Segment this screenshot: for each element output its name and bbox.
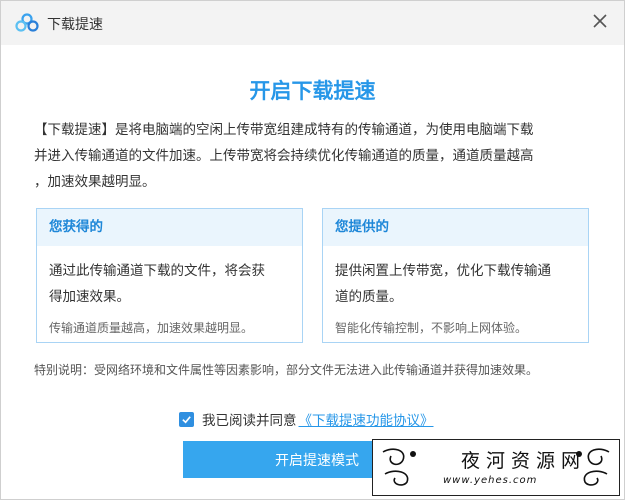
watermark-url: www.yehes.com (443, 475, 538, 486)
download-speedup-dialog: 下载提速 开启下载提速 【下载提速】是将电脑端的空闲上传带宽组建成特有的传输通道… (0, 0, 625, 500)
title-bar: 下载提速 (1, 1, 624, 45)
card-note: 智能化传输控制，不影响上网体验。 (335, 321, 528, 335)
card-you-get: 您获得的 通过此传输通道下载的文件，将会获 得加速效果。 传输通道质量越高，加速… (36, 208, 303, 343)
card-body-line: 道的质量。 (335, 289, 403, 305)
intro-line: 【下载提速】是将电脑端的空闲上传带宽组建成特有的传输通道，为使用电脑端下载 (34, 122, 534, 138)
page-headline: 开启下载提速 (249, 79, 376, 103)
intro-text: 【下载提速】是将电脑端的空闲上传带宽组建成特有的传输通道，为使用电脑端下载 并进… (34, 117, 597, 195)
agreement-row: 我已阅读并同意 《下载提速功能协议》 (179, 409, 434, 429)
card-you-provide: 您提供的 提供闲置上传带宽，优化下载传输通 道的质量。 智能化传输控制，不影响上… (322, 208, 589, 343)
card-body-line: 提供闲置上传带宽，优化下载传输通 (335, 263, 551, 279)
ornament-icon (576, 448, 610, 486)
agreement-checkbox[interactable] (179, 411, 194, 427)
close-icon (593, 14, 607, 28)
intro-line: ，加速效果越明显。 (34, 174, 156, 190)
watermark: 夜河资源网 www.yehes.com (372, 439, 620, 496)
card-title: 您获得的 (37, 209, 302, 246)
intro-line: 并进入传输通道的文件加速。上传带宽将会持续优化传输通道的质量，通道质量越高 (34, 148, 534, 164)
ornament-icon (382, 448, 416, 486)
agreement-link[interactable]: 《下载提速功能协议》 (299, 409, 434, 429)
agreement-label: 我已阅读并同意 (202, 413, 297, 429)
close-button[interactable] (588, 9, 612, 33)
baidu-netdisk-cloud-icon (15, 13, 39, 32)
window-title: 下载提速 (47, 17, 103, 33)
watermark-brand: 夜河资源网 (461, 450, 587, 472)
special-notice: 特别说明：受网络环境和文件属性等因素影响，部分文件无法进入此传输通道并获得加速效… (34, 363, 539, 377)
card-title: 您提供的 (323, 209, 588, 246)
card-body: 提供闲置上传带宽，优化下载传输通 道的质量。 (323, 246, 588, 310)
check-icon (182, 415, 191, 423)
card-body: 通过此传输通道下载的文件，将会获 得加速效果。 (37, 246, 302, 310)
card-note: 传输通道质量越高，加速效果越明显。 (49, 321, 254, 335)
card-body-line: 通过此传输通道下载的文件，将会获 (49, 263, 265, 279)
card-body-line: 得加速效果。 (49, 289, 130, 305)
